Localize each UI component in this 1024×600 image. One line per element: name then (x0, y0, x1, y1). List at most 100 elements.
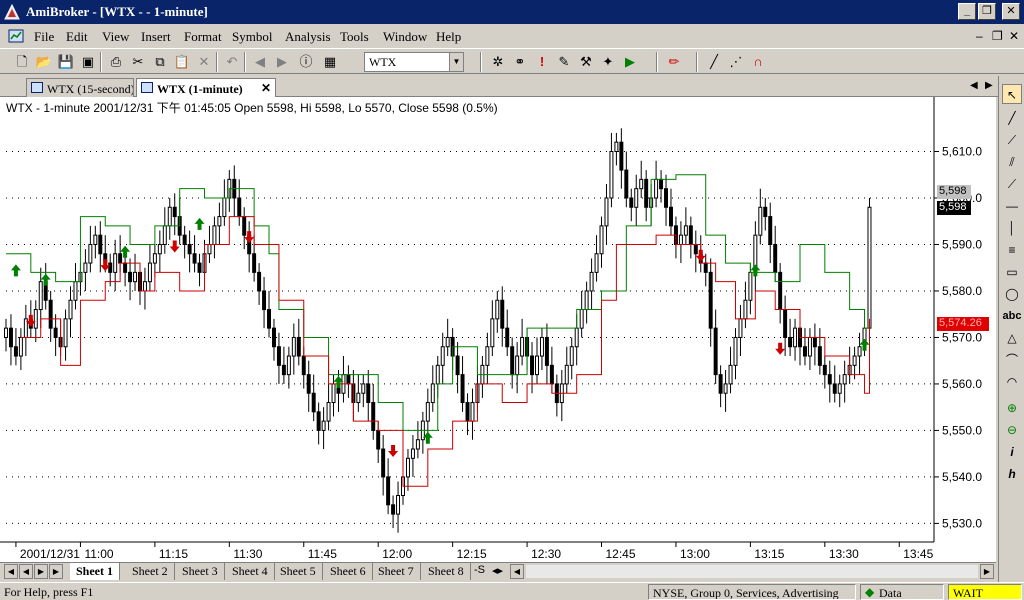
text-icon[interactable]: abc (1002, 306, 1022, 326)
menu-help[interactable]: Help (436, 29, 461, 45)
cycles-icon[interactable]: ◠ (1002, 372, 1022, 392)
interval-h-icon[interactable]: h (1002, 464, 1022, 484)
menu-format[interactable]: Format (184, 29, 222, 45)
price-chart[interactable]: 5,530.0 5,540.0 5,550.0 5,560.0 5,570.0 5,580… (0, 97, 996, 562)
sheet-extra-icon[interactable]: ◂▸ (492, 564, 503, 577)
close-button[interactable]: ✕ (1002, 3, 1020, 20)
trendline-icon[interactable]: ╱ (1002, 108, 1022, 128)
extended-line-icon[interactable]: ⟋ (1002, 174, 1022, 194)
sheet-tab-3[interactable]: Sheet 3 (176, 563, 225, 580)
menu-view[interactable]: View (102, 29, 129, 45)
candle-body (644, 178, 649, 208)
magnet-icon[interactable]: ∩ (748, 52, 768, 72)
mdi-close-button[interactable]: ✕ (1009, 29, 1019, 43)
tab-scroll-left-icon[interactable]: ◀ (970, 80, 978, 91)
x-tick-label: 2001/12/31 (20, 547, 80, 561)
zoom-out-icon[interactable]: ⊖ (1002, 420, 1022, 440)
open-folder-icon[interactable]: 📂 (34, 52, 54, 72)
symbol-select[interactable]: WTX ▼ (364, 52, 464, 72)
save-all-icon[interactable]: ▣ (78, 52, 98, 72)
sheet-tab-7[interactable]: Sheet 7 (372, 563, 421, 580)
amibroker-app-icon[interactable] (4, 3, 20, 20)
menu-file[interactable]: File (34, 29, 54, 45)
menu-insert[interactable]: Insert (141, 29, 171, 45)
chevron-down-icon[interactable]: ▼ (449, 53, 463, 71)
candle-body (604, 197, 609, 227)
candle-body (802, 346, 807, 357)
backtest-icon[interactable]: ▶ (620, 52, 640, 72)
menu-symbol[interactable]: Symbol (232, 29, 272, 45)
candle-body (788, 336, 793, 348)
mdi-restore-button[interactable]: ❐ (992, 29, 1003, 43)
zoom-in-icon[interactable]: ⊕ (1002, 398, 1022, 418)
formula-editor-icon[interactable]: ✎ (554, 52, 574, 72)
sheet-tab-5[interactable]: Sheet 5 (274, 563, 323, 580)
chart-pane[interactable]: WTX - 1-minute 2001/12/31 下午 01:45:05 Op… (0, 97, 996, 562)
ray-icon[interactable]: ⟋ (1002, 130, 1022, 150)
print-icon[interactable]: ⎙ (106, 52, 126, 72)
optimize-icon[interactable]: ⚒ (576, 52, 596, 72)
draw-dotted-line-icon[interactable]: ⋰ (726, 52, 746, 72)
mdi-minimize-button[interactable]: – (976, 29, 983, 43)
menu-edit[interactable]: Edit (66, 29, 88, 45)
sheet-extra[interactable]: -S (474, 564, 485, 576)
candle-body (589, 271, 594, 292)
last-sheet-icon[interactable]: ▶ (49, 564, 63, 579)
copy-icon[interactable]: ⧉ (150, 52, 170, 72)
new-file-icon[interactable]: 🗋 (12, 52, 32, 72)
interval-i-icon[interactable]: i (1002, 442, 1022, 462)
arc-icon[interactable]: ⌒ (1002, 350, 1022, 370)
sheet-tab-2[interactable]: Sheet 2 (126, 563, 175, 580)
forward-icon[interactable]: ▶ (272, 52, 292, 72)
next-sheet-icon[interactable]: ▶ (34, 564, 48, 579)
menu-window[interactable]: Window (383, 29, 427, 45)
status-symbol-info: NYSE, Group 0, Services, Advertising (648, 584, 856, 600)
explore-icon[interactable]: ⚭ (510, 52, 530, 72)
triangle-icon[interactable]: △ (1002, 328, 1022, 348)
chart-icon (31, 82, 43, 93)
candle-body (852, 355, 857, 366)
candle-body (783, 309, 788, 338)
paste-icon[interactable]: 📋 (172, 52, 192, 72)
save-icon[interactable]: 💾 (56, 52, 76, 72)
first-sheet-icon[interactable]: ◀ (4, 564, 18, 579)
close-tab-icon[interactable]: ✕ (261, 81, 271, 96)
minimize-button[interactable]: _ (958, 3, 976, 20)
scan-icon[interactable]: ✲ (488, 52, 508, 72)
alert-icon[interactable]: ! (532, 52, 552, 72)
cut-icon[interactable]: ✂ (128, 52, 148, 72)
horizontal-line-icon[interactable]: — (1002, 196, 1022, 216)
properties-icon[interactable]: ▦ (320, 52, 340, 72)
document-icon[interactable] (8, 28, 24, 44)
rectangle-icon[interactable]: ▭ (1002, 262, 1022, 282)
vertical-line-icon[interactable]: │ (1002, 218, 1022, 238)
prev-sheet-icon[interactable]: ◀ (19, 564, 33, 579)
select-cursor-icon[interactable]: ↖ (1002, 84, 1022, 104)
undo-icon[interactable]: ↶ (222, 52, 242, 72)
tab-scroll-right-icon[interactable]: ▶ (985, 80, 993, 91)
restore-button[interactable]: ❐ (978, 3, 996, 20)
candle-body (286, 355, 291, 376)
menu-analysis[interactable]: Analysis (285, 29, 331, 45)
candle-body (217, 216, 222, 227)
horizontal-scrollbar[interactable] (526, 565, 978, 578)
sheet-tab-1[interactable]: Sheet 1 (70, 563, 120, 580)
ellipse-icon[interactable]: ◯ (1002, 284, 1022, 304)
back-icon[interactable]: ◀ (250, 52, 270, 72)
menu-tools[interactable]: Tools (340, 29, 369, 45)
tab-wtx-1-minute[interactable]: WTX (1-minute) ✕ (136, 78, 276, 98)
sheet-tab-4[interactable]: Sheet 4 (226, 563, 275, 580)
fibonacci-icon[interactable]: ≡ (1002, 240, 1022, 260)
info-icon[interactable]: ⓘ (296, 52, 316, 72)
status-data[interactable]: ◆ Data (860, 584, 944, 600)
tab-wtx-15-second[interactable]: WTX (15-second) (26, 78, 134, 97)
sheet-tab-8[interactable]: Sheet 8 (422, 563, 471, 580)
pen-color-icon[interactable]: ✏ (664, 52, 684, 72)
wizard-icon[interactable]: ✦ (598, 52, 618, 72)
delete-icon[interactable]: ✕ (194, 52, 214, 72)
channel-icon[interactable]: ⫽ (1002, 152, 1022, 172)
sheet-tab-6[interactable]: Sheet 6 (324, 563, 373, 580)
hscroll-left-icon[interactable]: ◀ (510, 564, 524, 579)
draw-line-icon[interactable]: ╱ (704, 52, 724, 72)
hscroll-right-icon[interactable]: ▶ (980, 564, 994, 579)
